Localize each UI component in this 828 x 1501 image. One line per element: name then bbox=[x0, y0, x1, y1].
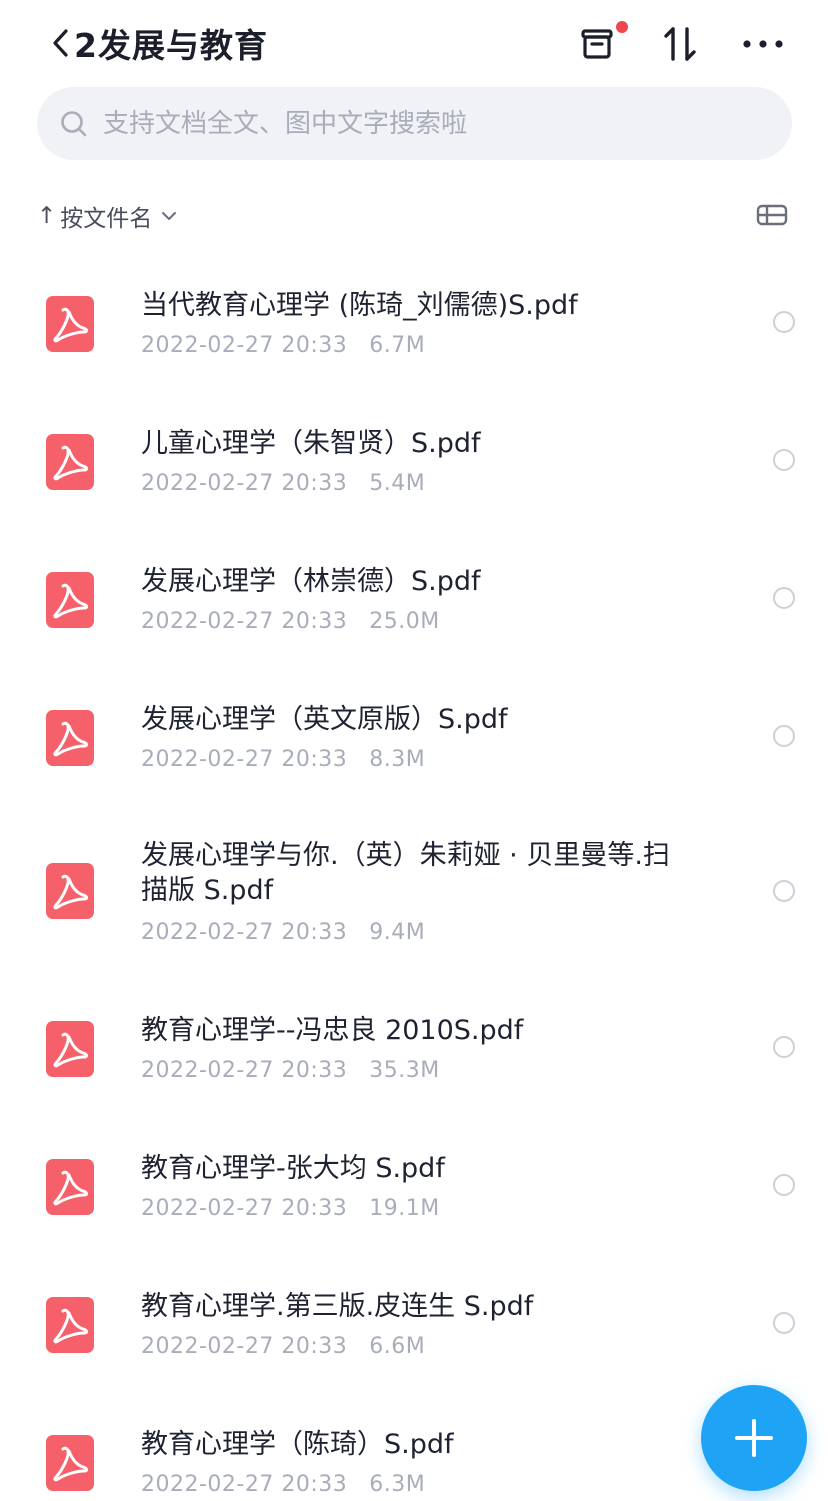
sort-direction-arrow: ↑ bbox=[37, 203, 57, 229]
file-name: 发展心理学（英文原版）S.pdf bbox=[141, 704, 508, 735]
top-bar: 2发展与教育 bbox=[0, 0, 828, 86]
file-row[interactable]: 发展心理学与你.（英）朱莉娅 · 贝里曼等.扫描版 S.pdf 2022-02-… bbox=[0, 812, 828, 972]
sort-icon bbox=[664, 27, 696, 61]
sort-selector[interactable]: ↑ 按文件名 bbox=[37, 196, 178, 236]
recycle-bin-icon bbox=[581, 29, 613, 59]
file-name: 发展心理学与你.（英）朱莉娅 · 贝里曼等.扫描版 S.pdf bbox=[141, 840, 670, 906]
file-date: 2022-02-27 20:33 bbox=[141, 1196, 348, 1221]
file-date: 2022-02-27 20:33 bbox=[141, 1472, 348, 1497]
file-row[interactable]: 发展心理学（英文原版）S.pdf 2022-02-27 20:33 8.3M bbox=[0, 674, 828, 804]
file-date: 2022-02-27 20:33 bbox=[141, 920, 348, 945]
file-meta: 2022-02-27 20:33 25.0M bbox=[141, 609, 440, 634]
view-mode-icon[interactable] bbox=[756, 201, 788, 229]
pdf-file-icon bbox=[46, 296, 94, 352]
select-checkbox[interactable] bbox=[773, 587, 795, 609]
notification-dot bbox=[616, 21, 628, 33]
search-input[interactable] bbox=[101, 107, 745, 140]
file-row[interactable]: 当代教育心理学 (陈琦_刘儒德)S.pdf 2022-02-27 20:33 6.… bbox=[0, 260, 828, 390]
pdf-file-icon bbox=[46, 434, 94, 490]
file-date: 2022-02-27 20:33 bbox=[141, 333, 348, 358]
file-size: 35.3M bbox=[369, 1058, 440, 1083]
pdf-file-icon bbox=[46, 572, 94, 628]
search-icon bbox=[61, 110, 87, 136]
more-icon bbox=[743, 40, 783, 48]
file-size: 5.4M bbox=[369, 471, 426, 496]
select-checkbox[interactable] bbox=[773, 449, 795, 471]
select-checkbox[interactable] bbox=[773, 311, 795, 333]
file-name: 当代教育心理学 (陈琦_刘儒德)S.pdf bbox=[141, 290, 578, 321]
pdf-file-icon bbox=[46, 863, 94, 919]
back-button[interactable]: 2发展与教育 bbox=[50, 20, 268, 66]
file-size: 6.3M bbox=[369, 1472, 426, 1497]
pdf-file-icon bbox=[46, 710, 94, 766]
file-name: 儿童心理学（朱智贤）S.pdf bbox=[141, 428, 481, 459]
select-checkbox[interactable] bbox=[773, 880, 795, 902]
page-title: 2发展与教育 bbox=[74, 26, 268, 65]
file-name: 教育心理学--冯忠良 2010S.pdf bbox=[141, 1015, 524, 1046]
pdf-file-icon bbox=[46, 1021, 94, 1077]
file-row[interactable]: 教育心理学.第三版.皮连生 S.pdf 2022-02-27 20:33 6.6M bbox=[0, 1261, 828, 1391]
sort-button[interactable] bbox=[655, 20, 705, 68]
file-row[interactable]: 教育心理学--冯忠良 2010S.pdf 2022-02-27 20:33 35.… bbox=[0, 985, 828, 1115]
file-name: 教育心理学-张大均 S.pdf bbox=[141, 1153, 445, 1184]
file-size: 19.1M bbox=[369, 1196, 440, 1221]
file-date: 2022-02-27 20:33 bbox=[141, 1334, 348, 1359]
recycle-bin-button[interactable] bbox=[572, 20, 628, 68]
file-size: 25.0M bbox=[369, 609, 440, 634]
file-meta: 2022-02-27 20:33 6.3M bbox=[141, 1472, 425, 1497]
file-row[interactable]: 发展心理学（林崇德）S.pdf 2022-02-27 20:33 25.0M bbox=[0, 536, 828, 666]
select-checkbox[interactable] bbox=[773, 1312, 795, 1334]
search-bar[interactable] bbox=[37, 87, 792, 160]
file-meta: 2022-02-27 20:33 9.4M bbox=[141, 920, 425, 945]
file-name: 教育心理学.第三版.皮连生 S.pdf bbox=[141, 1291, 534, 1322]
more-button[interactable] bbox=[738, 20, 788, 68]
file-size: 9.4M bbox=[369, 920, 426, 945]
file-date: 2022-02-27 20:33 bbox=[141, 609, 348, 634]
sort-label: 按文件名 bbox=[60, 206, 153, 232]
pdf-file-icon bbox=[46, 1297, 94, 1353]
add-button[interactable] bbox=[701, 1385, 807, 1491]
file-row[interactable]: 教育心理学-张大均 S.pdf 2022-02-27 20:33 19.1M bbox=[0, 1123, 828, 1253]
file-meta: 2022-02-27 20:33 8.3M bbox=[141, 747, 425, 772]
select-checkbox[interactable] bbox=[773, 725, 795, 747]
select-checkbox[interactable] bbox=[773, 1174, 795, 1196]
plus-icon bbox=[735, 1419, 773, 1457]
file-size: 8.3M bbox=[369, 747, 426, 772]
file-name: 发展心理学（林崇德）S.pdf bbox=[141, 566, 481, 597]
pdf-file-icon bbox=[46, 1159, 94, 1215]
file-date: 2022-02-27 20:33 bbox=[141, 471, 348, 496]
file-size: 6.7M bbox=[369, 333, 426, 358]
file-meta: 2022-02-27 20:33 6.6M bbox=[141, 1334, 425, 1359]
file-name: 教育心理学（陈琦）S.pdf bbox=[141, 1429, 454, 1460]
file-row[interactable]: 儿童心理学（朱智贤）S.pdf 2022-02-27 20:33 5.4M bbox=[0, 398, 828, 528]
file-date: 2022-02-27 20:33 bbox=[141, 747, 348, 772]
file-date: 2022-02-27 20:33 bbox=[141, 1058, 348, 1083]
file-meta: 2022-02-27 20:33 35.3M bbox=[141, 1058, 440, 1083]
file-meta: 2022-02-27 20:33 19.1M bbox=[141, 1196, 440, 1221]
select-checkbox[interactable] bbox=[773, 1036, 795, 1058]
chevron-down-icon bbox=[162, 212, 177, 220]
pdf-file-icon bbox=[46, 1435, 94, 1491]
file-meta: 2022-02-27 20:33 6.7M bbox=[141, 333, 425, 358]
back-icon bbox=[53, 29, 68, 57]
file-size: 6.6M bbox=[369, 1334, 426, 1359]
file-meta: 2022-02-27 20:33 5.4M bbox=[141, 471, 425, 496]
